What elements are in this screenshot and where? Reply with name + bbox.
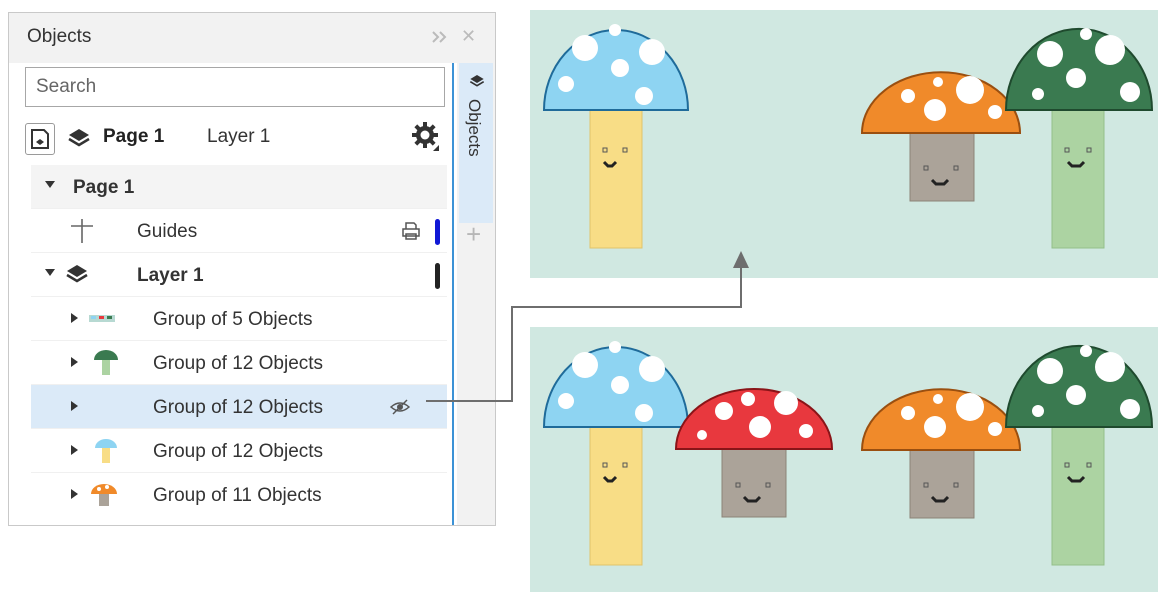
callout-arrow <box>426 251 749 402</box>
